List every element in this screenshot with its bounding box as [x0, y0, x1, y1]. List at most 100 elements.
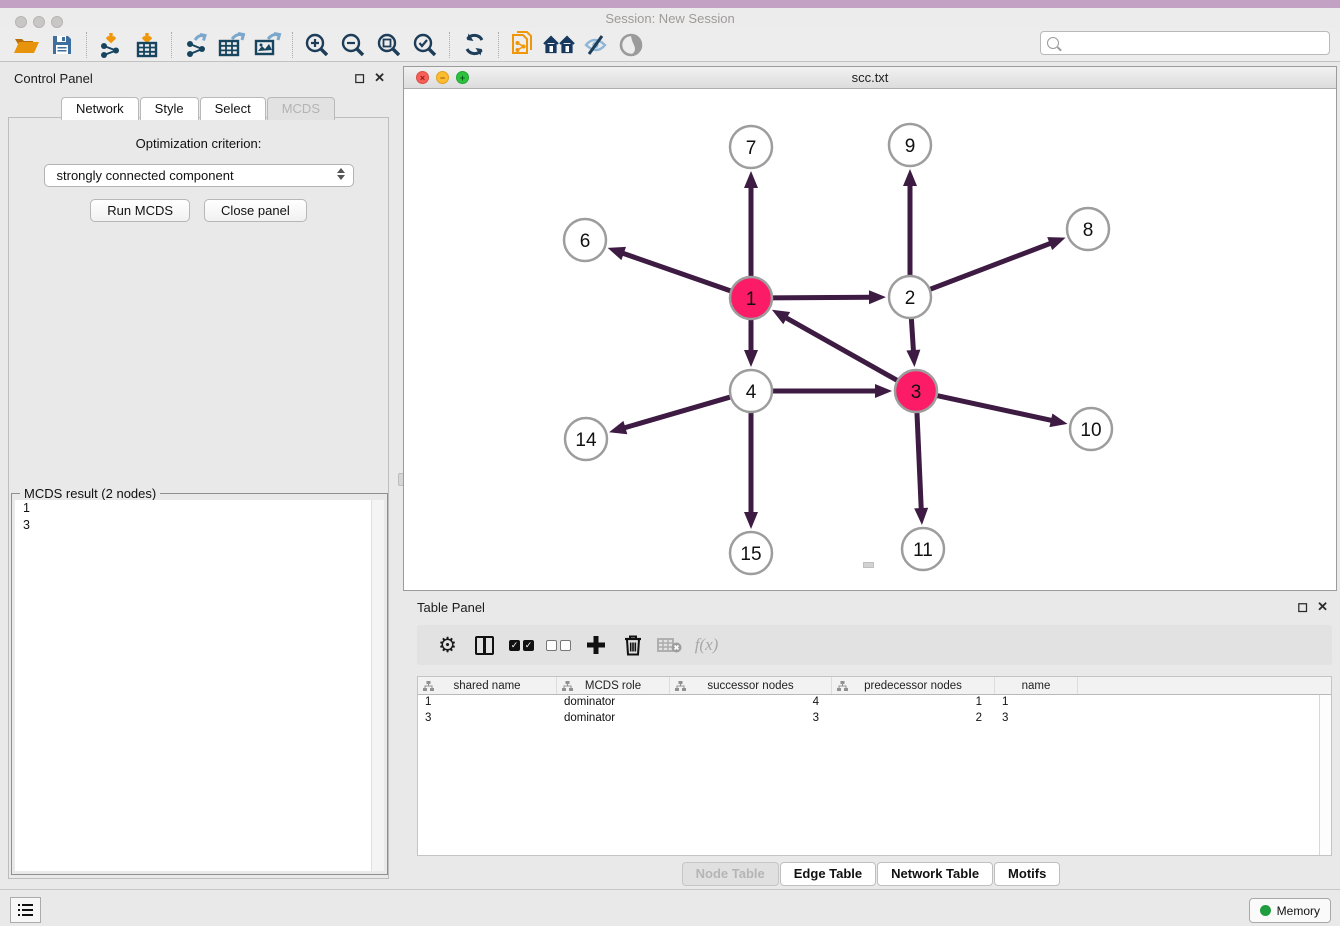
- tab-network[interactable]: Network: [61, 97, 139, 120]
- titlebar[interactable]: Session: New Session: [0, 8, 1340, 28]
- export-image-icon[interactable]: [250, 30, 286, 60]
- column-header-mcds-role[interactable]: MCDS role: [557, 677, 670, 694]
- tab-mcds[interactable]: MCDS: [267, 97, 335, 120]
- edge-3-11[interactable]: [914, 410, 928, 525]
- zoom-fit-icon[interactable]: [371, 30, 407, 60]
- edge-4-15[interactable]: [744, 410, 758, 529]
- hide-selected-icon[interactable]: [577, 30, 613, 60]
- table-row[interactable]: 3 dominator 3 2 3: [418, 711, 1331, 727]
- edge-2-3[interactable]: [906, 316, 920, 367]
- zoom-selected-icon[interactable]: [407, 30, 443, 60]
- edge-1-7[interactable]: [744, 171, 758, 279]
- graph-node-14[interactable]: 14: [565, 418, 607, 460]
- result-scrollbar[interactable]: [371, 500, 384, 871]
- clone-network-icon[interactable]: [505, 30, 541, 60]
- cell-mcds-role[interactable]: dominator: [557, 695, 670, 711]
- first-neighbors-icon[interactable]: [541, 30, 577, 60]
- column-header-name[interactable]: name: [995, 677, 1078, 694]
- graph-node-15[interactable]: 15: [730, 532, 772, 574]
- optimization-criterion-label: Optimization criterion:: [9, 136, 388, 151]
- column-header-successor-nodes[interactable]: successor nodes: [670, 677, 832, 694]
- list-item[interactable]: 1: [15, 500, 384, 517]
- graph-node-2[interactable]: 2: [889, 276, 931, 318]
- show-all-icon[interactable]: [613, 30, 649, 60]
- tab-style[interactable]: Style: [140, 97, 199, 120]
- graph-node-10[interactable]: 10: [1070, 408, 1112, 450]
- edge-1-2[interactable]: [770, 290, 886, 304]
- cell-predecessor-nodes[interactable]: 2: [832, 711, 995, 727]
- edge-3-1[interactable]: [772, 310, 900, 382]
- edge-2-9[interactable]: [903, 169, 917, 278]
- zoom-out-icon[interactable]: [335, 30, 371, 60]
- tab-motifs[interactable]: Motifs: [994, 862, 1060, 886]
- cell-mcds-role[interactable]: dominator: [557, 711, 670, 727]
- graph-node-11[interactable]: 11: [902, 528, 944, 570]
- edge-1-6[interactable]: [608, 247, 733, 292]
- cell-name[interactable]: 3: [995, 711, 1078, 727]
- split-columns-icon[interactable]: [466, 629, 503, 661]
- export-network-icon[interactable]: [178, 30, 214, 60]
- close-panel-icon[interactable]: ✕: [374, 70, 385, 86]
- export-table-icon[interactable]: [214, 30, 250, 60]
- graph-node-7[interactable]: 7: [730, 126, 772, 168]
- close-panel-button[interactable]: Close panel: [204, 199, 307, 222]
- criterion-select[interactable]: strongly connected component: [44, 164, 354, 187]
- graph-node-1[interactable]: 1: [730, 277, 772, 319]
- run-mcds-button[interactable]: Run MCDS: [90, 199, 190, 222]
- toolbar-separator: [171, 32, 172, 58]
- edge-1-4[interactable]: [744, 317, 758, 367]
- control-panel-title: Control Panel: [14, 71, 93, 86]
- table-settings-icon[interactable]: ⚙: [429, 629, 466, 661]
- mcds-result-list[interactable]: 1 3: [15, 500, 384, 871]
- column-header-shared-name[interactable]: shared name: [418, 677, 557, 694]
- save-session-icon[interactable]: [44, 30, 80, 60]
- import-table-icon[interactable]: [129, 30, 165, 60]
- cell-successor-nodes[interactable]: 3: [670, 711, 832, 727]
- network-window-titlebar[interactable]: × − + scc.txt: [404, 67, 1336, 89]
- cell-predecessor-nodes[interactable]: 1: [832, 695, 995, 711]
- column-header-predecessor-nodes[interactable]: predecessor nodes: [832, 677, 995, 694]
- close-panel-icon[interactable]: ✕: [1317, 599, 1328, 615]
- list-item[interactable]: 3: [15, 517, 384, 534]
- float-panel-icon[interactable]: ◻: [354, 70, 365, 86]
- tab-edge-table[interactable]: Edge Table: [780, 862, 876, 886]
- show-task-history-button[interactable]: [10, 897, 41, 923]
- network-window: × − + scc.txt 7 9 6 8 1 2 4 3 14 10 15 11: [403, 66, 1337, 591]
- graph-node-3[interactable]: 3: [895, 370, 937, 412]
- function-builder-icon[interactable]: f(x): [688, 629, 725, 661]
- tab-node-table[interactable]: Node Table: [682, 862, 779, 886]
- search-input[interactable]: [1064, 36, 1329, 50]
- zoom-in-icon[interactable]: [299, 30, 335, 60]
- network-canvas[interactable]: 7 9 6 8 1 2 4 3 14 10 15 11: [404, 89, 1336, 590]
- add-column-icon[interactable]: [577, 629, 614, 661]
- delete-column-icon[interactable]: [614, 629, 651, 661]
- tab-select[interactable]: Select: [200, 97, 266, 120]
- canvas-splitter-handle[interactable]: [863, 562, 874, 568]
- table-row[interactable]: 1 dominator 4 1 1: [418, 695, 1331, 711]
- edge-4-3[interactable]: [770, 384, 892, 398]
- float-panel-icon[interactable]: ◻: [1297, 599, 1308, 615]
- edge-4-14[interactable]: [609, 396, 733, 434]
- graph-node-9[interactable]: 9: [889, 124, 931, 166]
- cell-shared-name[interactable]: 1: [418, 695, 557, 711]
- open-session-icon[interactable]: [8, 30, 44, 60]
- memory-button[interactable]: Memory: [1249, 898, 1331, 923]
- cell-shared-name[interactable]: 3: [418, 711, 557, 727]
- deselect-all-columns-icon[interactable]: [540, 629, 577, 661]
- node-label: 4: [746, 382, 757, 403]
- cell-name[interactable]: 1: [995, 695, 1078, 711]
- graph-node-6[interactable]: 6: [564, 219, 606, 261]
- cell-successor-nodes[interactable]: 4: [670, 695, 832, 711]
- import-network-icon[interactable]: [93, 30, 129, 60]
- delete-table-icon[interactable]: [651, 629, 688, 661]
- tab-network-table[interactable]: Network Table: [877, 862, 993, 886]
- table-scrollbar[interactable]: [1319, 695, 1331, 855]
- edge-3-10[interactable]: [935, 395, 1068, 427]
- graph-node-4[interactable]: 4: [730, 370, 772, 412]
- refresh-layout-icon[interactable]: [456, 30, 492, 60]
- column-type-icon: [562, 681, 573, 691]
- edge-2-8[interactable]: [928, 237, 1066, 290]
- graph-node-8[interactable]: 8: [1067, 208, 1109, 250]
- select-all-columns-icon[interactable]: ✓✓: [503, 629, 540, 661]
- node-table: shared name MCDS role successor nodes pr…: [417, 676, 1332, 856]
